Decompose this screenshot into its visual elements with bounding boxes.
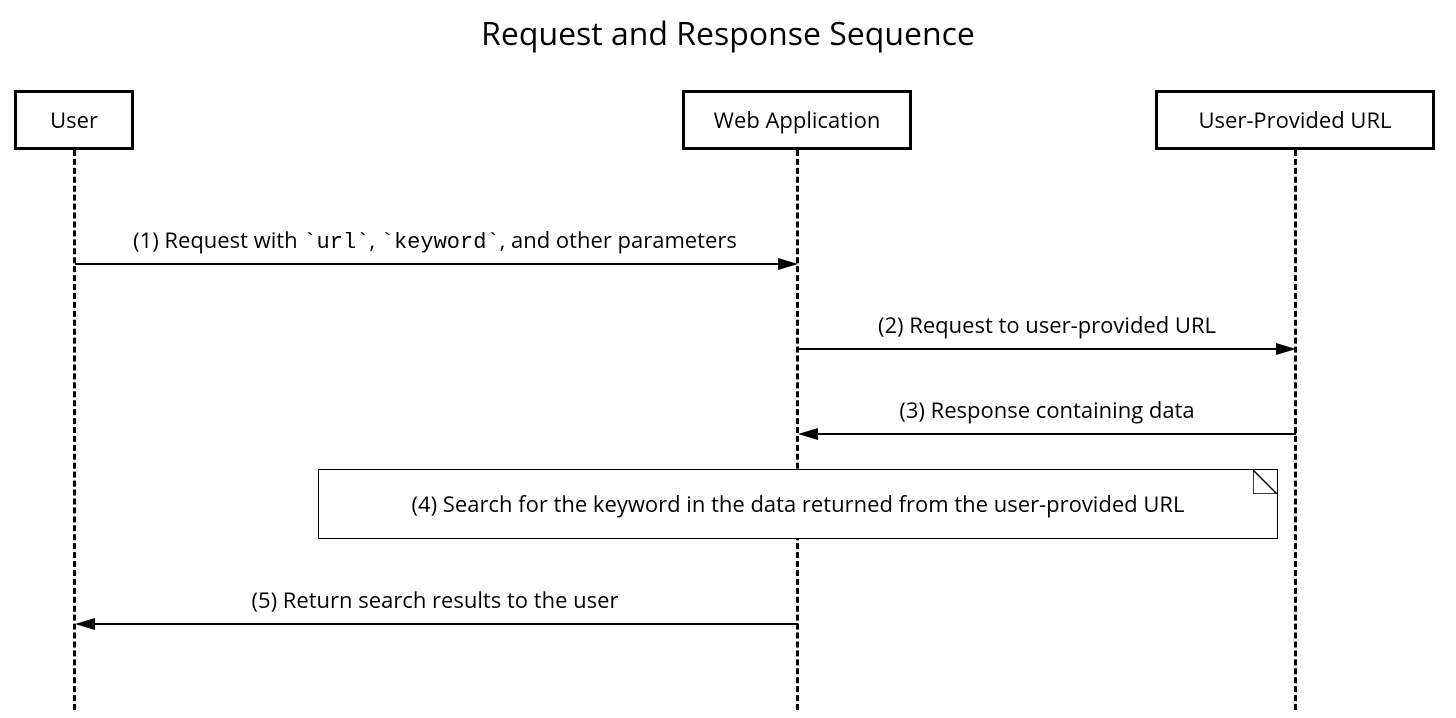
- note-4-label: (4) Search for the keyword in the data r…: [412, 489, 1185, 519]
- m1-code-keyword: `keyword`: [381, 230, 500, 255]
- message-1-label: (1) Request with `url`, `keyword`, and o…: [75, 225, 795, 255]
- actor-user-label: User: [50, 105, 98, 135]
- m1-suffix: , and other parameters: [500, 225, 737, 255]
- m1-prefix: (1) Request with: [133, 225, 303, 255]
- note-corner-icon: [1253, 470, 1277, 494]
- message-3-label: (3) Response containing data: [800, 395, 1294, 425]
- arrow-2: [798, 343, 1296, 363]
- arrow-5: [75, 618, 798, 638]
- note-4: (4) Search for the keyword in the data r…: [318, 469, 1278, 539]
- actor-user: User: [14, 90, 134, 150]
- actor-url-label: User-Provided URL: [1198, 105, 1391, 135]
- arrow-1: [75, 258, 798, 278]
- message-2-label: (2) Request to user-provided URL: [800, 310, 1294, 340]
- actor-webapp-label: Web Application: [714, 105, 881, 135]
- diagram-title: Request and Response Sequence: [0, 12, 1456, 55]
- m1-code-url: `url`: [303, 230, 369, 255]
- actor-url: User-Provided URL: [1155, 90, 1435, 150]
- message-5-label: (5) Return search results to the user: [75, 585, 795, 615]
- actor-webapp: Web Application: [682, 90, 912, 150]
- arrow-3: [798, 428, 1296, 448]
- m1-mid: ,: [369, 225, 380, 255]
